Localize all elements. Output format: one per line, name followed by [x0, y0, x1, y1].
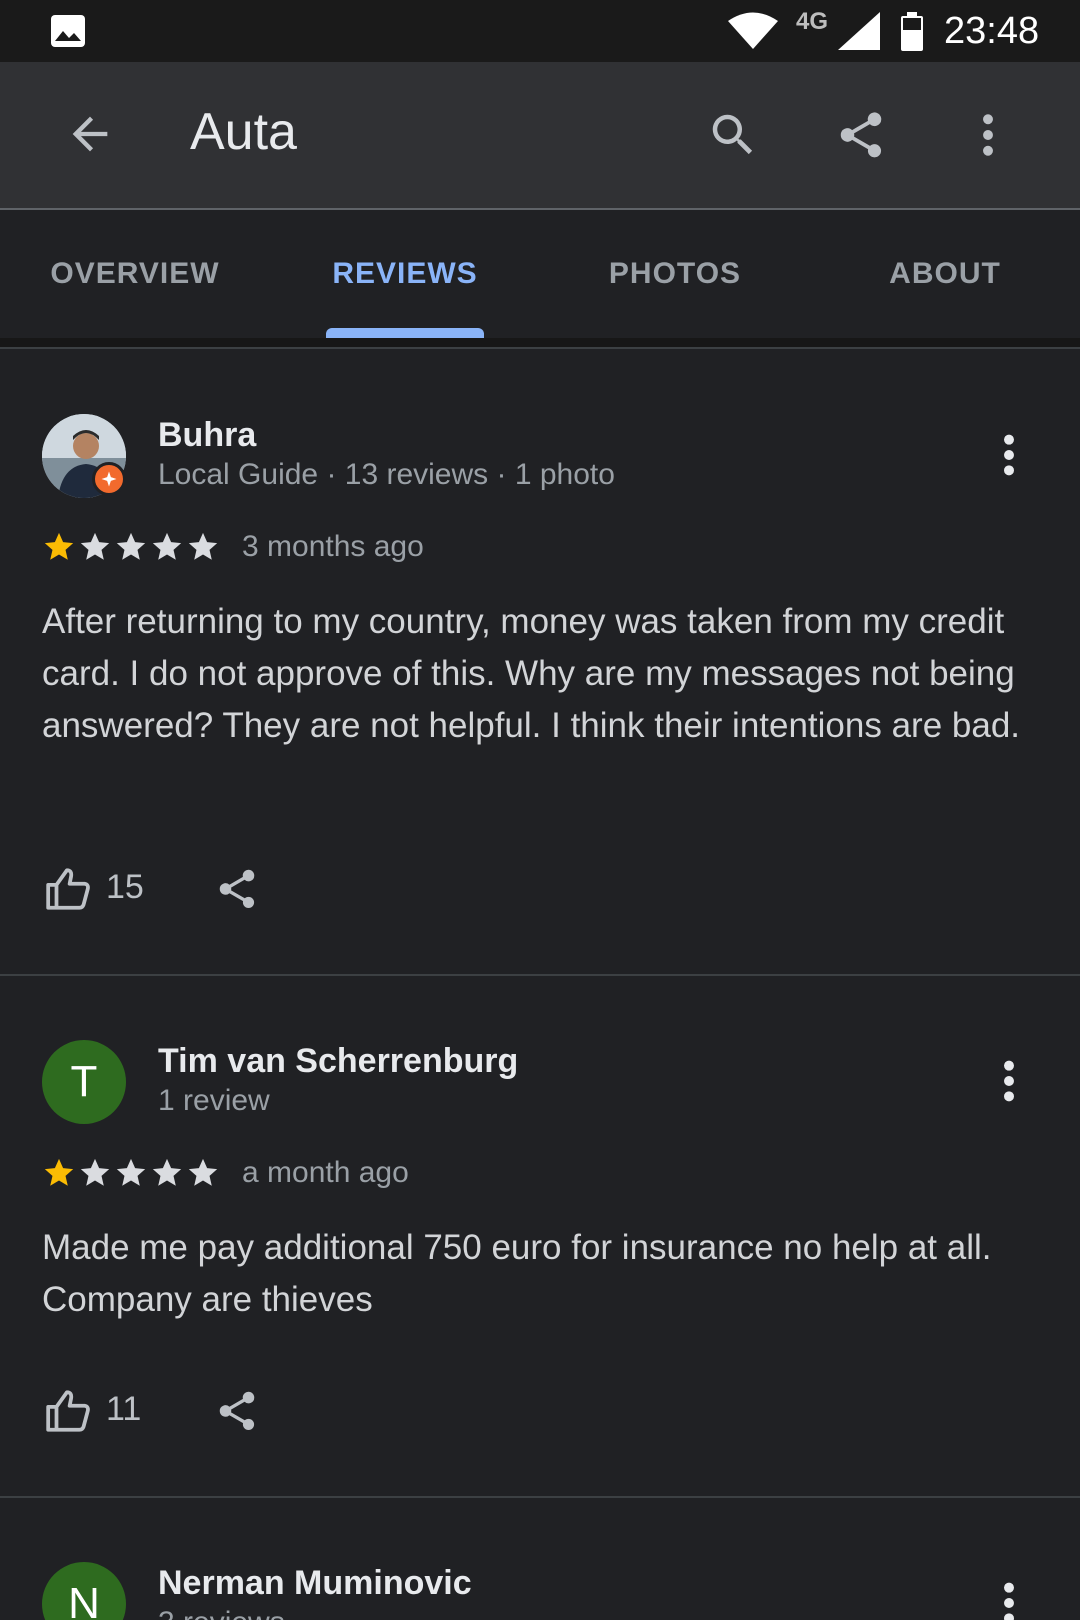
tab-overview[interactable]: OVERVIEW: [0, 210, 270, 338]
network-type: 4G: [796, 8, 829, 35]
like-count: 15: [106, 868, 144, 906]
star-empty-icon: [80, 1158, 110, 1186]
share-icon[interactable]: [214, 1388, 260, 1439]
local-guide-badge-icon: [92, 462, 126, 496]
star-empty-icon: [188, 532, 218, 560]
review-date: 3 months ago: [242, 530, 424, 563]
star-empty-icon: [80, 532, 110, 560]
star-empty-icon: [116, 532, 146, 560]
review-text[interactable]: After returning to my country, money was…: [42, 596, 1042, 752]
review-date: a month ago: [242, 1156, 409, 1189]
tab-about[interactable]: ABOUT: [810, 210, 1080, 338]
battery-icon: [900, 12, 924, 57]
page-title: Auta: [190, 103, 297, 161]
like-count: 11: [106, 1390, 142, 1428]
signal-icon: [838, 12, 880, 55]
reviewer-meta: 1 review: [158, 1084, 270, 1117]
share-icon[interactable]: [214, 866, 260, 917]
more-vert-icon[interactable]: [968, 108, 1008, 167]
divider: [0, 347, 1080, 349]
clock: 23:48: [944, 10, 1040, 52]
review-card: Buhra Local Guide · 13 reviews · 1 photo…: [0, 350, 1080, 976]
more-vert-icon[interactable]: [1000, 1058, 1018, 1109]
search-icon[interactable]: [706, 108, 760, 167]
reviewer-meta: Local Guide · 13 reviews · 1 photo: [158, 458, 615, 491]
tab-bar: OVERVIEW REVIEWS PHOTOS ABOUT: [0, 210, 1080, 348]
star-filled-icon: [44, 532, 74, 560]
wifi-icon: [728, 12, 778, 55]
star-empty-icon: [152, 1158, 182, 1186]
star-empty-icon: [188, 1158, 218, 1186]
avatar[interactable]: T: [42, 1040, 126, 1124]
review-card: N Nerman Muminovic 3 reviews: [0, 1498, 1080, 1620]
more-vert-icon[interactable]: [1000, 1580, 1018, 1620]
tab-photos[interactable]: PHOTOS: [540, 210, 810, 338]
tab-reviews[interactable]: REVIEWS: [270, 210, 540, 338]
more-vert-icon[interactable]: [1000, 432, 1018, 483]
image-icon: [50, 14, 86, 53]
reviewer-name[interactable]: Tim van Scherrenburg: [158, 1042, 518, 1081]
review-text[interactable]: Made me pay additional 750 euro for insu…: [42, 1222, 1042, 1326]
avatar[interactable]: N: [42, 1562, 126, 1620]
thumbs-up-icon[interactable]: [44, 1386, 94, 1441]
active-tab-indicator: [326, 328, 484, 338]
back-arrow-icon[interactable]: [64, 108, 116, 165]
thumbs-up-icon[interactable]: [44, 864, 94, 919]
star-empty-icon: [116, 1158, 146, 1186]
star-empty-icon: [152, 532, 182, 560]
reviewer-name[interactable]: Nerman Muminovic: [158, 1564, 472, 1603]
reviewer-name[interactable]: Buhra: [158, 416, 256, 455]
star-rating: [42, 530, 220, 564]
star-rating: [42, 1156, 220, 1190]
app-bar: Auta: [0, 62, 1080, 210]
share-icon[interactable]: [834, 108, 888, 167]
status-bar: 4G 23:48: [0, 0, 1080, 62]
star-filled-icon: [44, 1158, 74, 1186]
reviewer-meta: 3 reviews: [158, 1606, 285, 1620]
